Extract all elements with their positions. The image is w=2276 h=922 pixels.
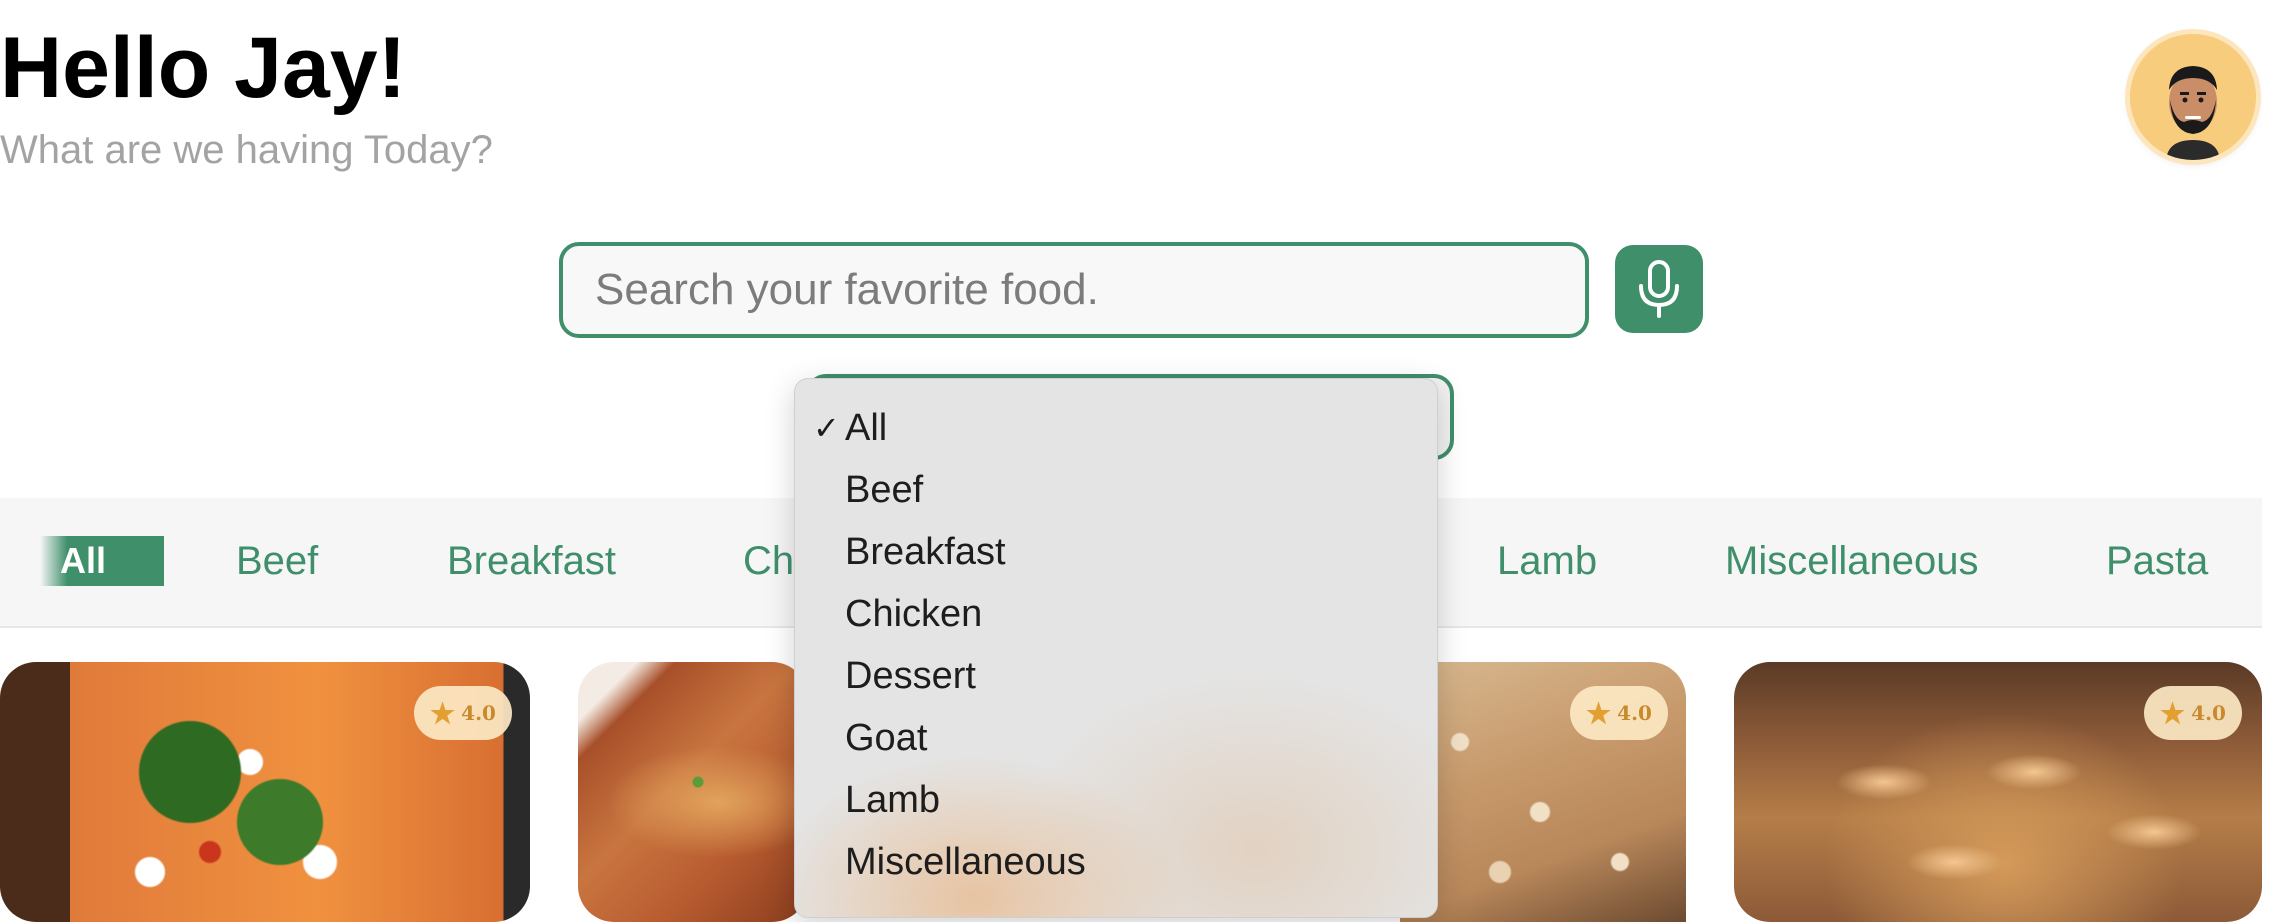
rating-badge: ★ 4.0 [2144,686,2242,740]
recipe-card[interactable]: ★ 4.0 [1400,662,1686,922]
tab-miscellaneous[interactable]: Miscellaneous [1725,536,1978,586]
tab-lamb[interactable]: Lamb [1497,536,1597,586]
recipe-card[interactable] [578,662,808,922]
tab-chicken[interactable]: Ch [743,536,794,586]
dropdown-option-beef[interactable]: Beef [795,459,1437,521]
page-subtitle: What are we having Today? [0,128,493,172]
tab-all[interactable]: All [40,536,164,586]
dropdown-option-lamb[interactable]: Lamb [795,769,1437,831]
checkmark-icon: ✓ [813,410,840,446]
greeting: Hello Jay! What are we having Today? [0,18,493,174]
dropdown-option-goat[interactable]: Goat [795,707,1437,769]
star-icon: ★ [2160,696,2186,730]
dropdown-option-dessert[interactable]: Dessert [795,645,1437,707]
page-title: Hello Jay! [0,20,407,116]
tab-beef[interactable]: Beef [236,536,318,586]
avatar[interactable] [2130,34,2256,160]
rating-badge: ★ 4.0 [1570,686,1668,740]
dropdown-option-breakfast[interactable]: Breakfast [795,521,1437,583]
person-avatar-icon [2130,34,2256,160]
recipe-card[interactable]: ★ 4.0 [0,662,530,922]
microphone-icon [1639,260,1679,318]
voice-search-button[interactable] [1615,245,1703,333]
search-input[interactable] [559,242,1589,338]
category-dropdown-menu: ✓ All Beef Breakfast Chicken Dessert Goa… [794,378,1438,918]
dropdown-option-all[interactable]: ✓ All [795,397,1437,459]
dropdown-option-chicken[interactable]: Chicken [795,583,1437,645]
rating-badge: ★ 4.0 [414,686,512,740]
dropdown-option-miscellaneous[interactable]: Miscellaneous [795,831,1437,893]
recipe-card[interactable]: ★ 4.0 [1734,662,2262,922]
tab-pasta[interactable]: Pasta [2106,536,2208,586]
tab-breakfast[interactable]: Breakfast [447,536,616,586]
star-icon: ★ [430,696,456,730]
star-icon: ★ [1586,696,1612,730]
